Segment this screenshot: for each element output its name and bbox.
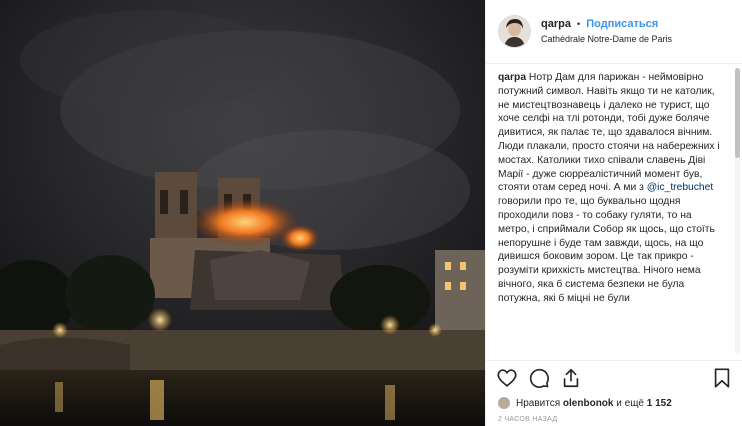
post-timestamp: 2 ЧАСОВ НАЗАД: [498, 416, 558, 423]
notre-dame-fire-photo: [0, 0, 485, 426]
caption-username[interactable]: qarpa: [498, 72, 526, 83]
liker-username[interactable]: olenbonok: [563, 398, 614, 409]
likes-line: Нравится olenbonok и ещё 1 152: [486, 394, 742, 412]
location-link[interactable]: Cathédrale Notre-Dame de Paris: [541, 34, 672, 45]
caption-body-part2: говорили про те, що буквально щодня прох…: [498, 196, 715, 304]
caption-scroll-area[interactable]: qarpa Нотр Дам для парижан - неймовірно …: [486, 64, 742, 360]
separator-dot: •: [577, 19, 581, 29]
post-header: qarpa • Подписаться Cathédrale Notre-Dam…: [486, 0, 742, 64]
likes-prefix: Нравится: [516, 397, 561, 409]
bookmark-icon[interactable]: [711, 367, 733, 389]
liker-avatar[interactable]: [498, 397, 510, 409]
caption-body-part1: Нотр Дам для парижан - неймовірно потужн…: [498, 72, 720, 194]
caption-scrollbar[interactable]: [735, 68, 740, 354]
avatar-image: [499, 16, 530, 47]
caption-mention[interactable]: @ic_trebuchet: [647, 182, 714, 193]
avatar[interactable]: [498, 15, 531, 48]
username-link[interactable]: qarpa: [541, 18, 571, 30]
likes-middle: и ещё: [616, 397, 644, 409]
post-photo[interactable]: [0, 0, 485, 426]
post-sidebar: qarpa • Подписаться Cathédrale Notre-Dam…: [485, 0, 742, 426]
caption-text: qarpa Нотр Дам для парижан - неймовірно …: [498, 71, 721, 306]
share-icon[interactable]: [560, 367, 582, 389]
action-bar: [486, 360, 742, 394]
heart-icon[interactable]: [496, 367, 518, 389]
follow-button[interactable]: Подписаться: [586, 18, 658, 30]
comment-icon[interactable]: [528, 367, 550, 389]
scrollbar-thumb[interactable]: [735, 68, 740, 158]
likes-count[interactable]: 1 152: [647, 398, 672, 409]
